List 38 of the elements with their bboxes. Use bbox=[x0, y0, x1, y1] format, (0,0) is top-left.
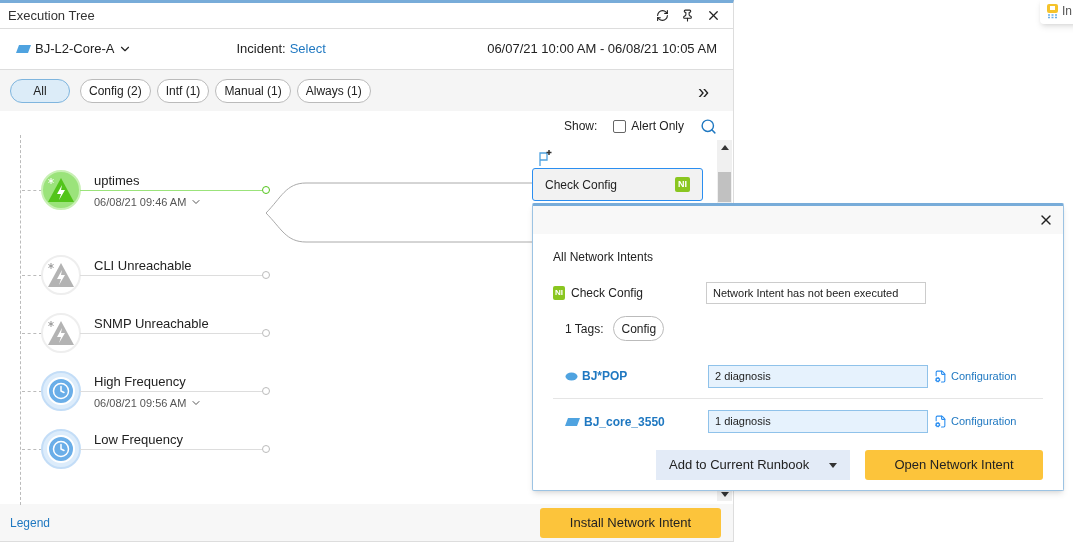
card-text: In bbox=[1062, 3, 1072, 20]
filter-chip[interactable]: Manual (1) bbox=[215, 78, 291, 103]
trigger-name: uptimes bbox=[94, 172, 140, 190]
diagnosis-field: 1 diagnosis bbox=[708, 410, 928, 433]
configuration-link[interactable]: Configuration bbox=[951, 367, 1017, 385]
add-to-runbook-dropdown[interactable]: Add to Current Runbook bbox=[656, 450, 850, 480]
legend-link[interactable]: Legend bbox=[10, 513, 51, 532]
diagnosis-field: 2 diagnosis bbox=[708, 364, 928, 388]
trigger-name: SNMP Unreachable bbox=[94, 315, 209, 333]
time-dropdown[interactable]: 06/08/21 09:46 AM bbox=[94, 194, 203, 211]
trigger-name: High Frequency bbox=[94, 373, 186, 391]
install-network-intent-button[interactable]: Install Network Intent bbox=[540, 507, 721, 538]
intent-name: Check Config bbox=[571, 285, 645, 302]
time-range: 06/07/21 10:00 AM - 06/08/21 10:05 AM bbox=[487, 40, 717, 59]
trigger-name: CLI Unreachable bbox=[94, 257, 192, 275]
more-button[interactable]: » bbox=[697, 80, 709, 101]
ni-badge: NI bbox=[675, 176, 690, 193]
ni-badge: NI bbox=[553, 286, 565, 300]
show-label: Show: bbox=[563, 118, 598, 135]
tags-label: 1 Tags: bbox=[565, 320, 604, 338]
configuration-link[interactable]: Configuration bbox=[951, 413, 1017, 430]
trigger-name: Low Frequency bbox=[94, 431, 183, 449]
open-network-intent-button[interactable]: Open Network Intent bbox=[865, 450, 1043, 480]
incident-select-link[interactable]: Select bbox=[289, 39, 326, 59]
filter-chip[interactable]: Always (1) bbox=[296, 78, 371, 103]
filter-chip[interactable]: Intf (1) bbox=[156, 78, 210, 103]
filter-chip[interactable]: Config (2) bbox=[80, 78, 151, 103]
status-field: Network Intent has not been executed bbox=[706, 282, 926, 304]
device-link[interactable]: BJ_core_3550 bbox=[584, 412, 665, 431]
time-dropdown[interactable]: 06/08/21 09:56 AM bbox=[94, 395, 203, 412]
filter-chip[interactable]: All bbox=[10, 78, 70, 103]
incident-label: Incident: bbox=[236, 40, 286, 59]
section-heading: All Network Intents bbox=[553, 249, 655, 266]
device-dropdown[interactable]: BJ-L2-Core-A bbox=[16, 39, 133, 59]
intent-node[interactable]: Check Config NI bbox=[532, 168, 703, 201]
window-title: Execution Tree bbox=[8, 6, 95, 25]
alert-only-checkbox[interactable]: Alert Only bbox=[613, 117, 684, 135]
device-link[interactable]: BJ*POP bbox=[582, 367, 628, 385]
